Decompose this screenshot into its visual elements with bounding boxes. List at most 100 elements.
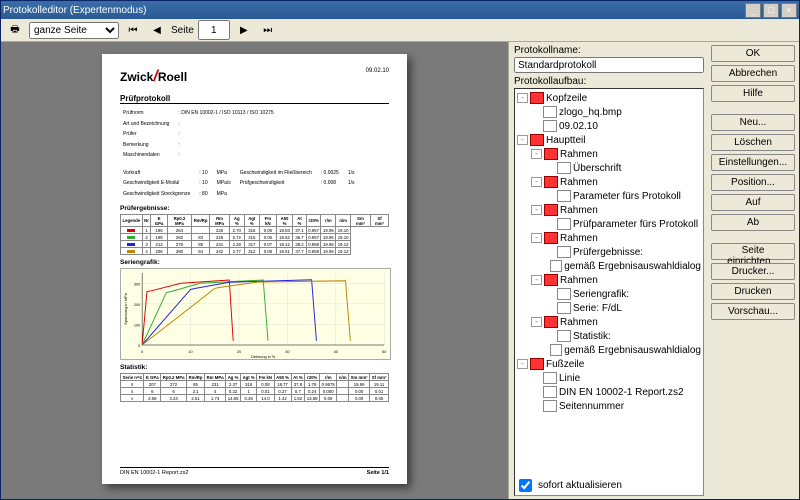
frame-icon	[544, 204, 558, 216]
last-page-icon[interactable]: ⏭	[258, 20, 278, 40]
next-page-icon[interactable]: ▶	[234, 20, 254, 40]
maximize-button[interactable]: □	[763, 3, 779, 18]
svg-text:20: 20	[237, 349, 242, 354]
new-button[interactable]: Neu...	[711, 114, 795, 131]
tree-node[interactable]: gemäß Ergebnisauswahldialog	[517, 259, 701, 273]
tree-node[interactable]: DIN EN 10002-1 Report.zs2	[517, 385, 701, 399]
close-button[interactable]: ×	[781, 3, 797, 18]
frame-icon	[544, 274, 558, 286]
tree-node[interactable]: -Hauptteil	[517, 133, 701, 147]
first-page-icon[interactable]: ⏮	[123, 20, 143, 40]
titlebar: Protokolleditor (Expertenmodus) _ □ ×	[1, 1, 799, 19]
toolbar: 🖶 ganze Seite ⏮ ◀ Seite ▶ ⏭	[1, 19, 799, 42]
tree-node[interactable]: zlogo_hq.bmp	[517, 105, 701, 119]
item-icon	[557, 162, 571, 174]
tree-node[interactable]: Serie: F/dL	[517, 301, 701, 315]
tree-node-label: zlogo_hq.bmp	[559, 107, 622, 118]
tree-node[interactable]: 09.02.10	[517, 119, 701, 133]
frame-icon	[530, 92, 544, 104]
settings-button[interactable]: Einstellungen...	[711, 154, 795, 171]
frame-icon	[530, 134, 544, 146]
svg-text:Spannung in MPa: Spannung in MPa	[123, 292, 128, 325]
tree-node[interactable]: Überschrift	[517, 161, 701, 175]
svg-text:50: 50	[382, 349, 387, 354]
footer-right: Seite 1/1	[367, 470, 389, 476]
stats-heading: Statistik:	[120, 364, 389, 371]
button-column: OK Abbrechen Hilfe Neu... Löschen Einste…	[707, 42, 799, 499]
item-icon	[557, 288, 571, 300]
help-button[interactable]: Hilfe	[711, 85, 795, 102]
tree-node[interactable]: -Rahmen	[517, 273, 701, 287]
frame-icon	[544, 148, 558, 160]
stats-table: Serie n=4E GPaRp0.2 MPaRm/RpRm MPaAg %Ag…	[120, 373, 389, 402]
tree-node[interactable]: -Rahmen	[517, 231, 701, 245]
tree-node[interactable]: -Rahmen	[517, 203, 701, 217]
tree-node[interactable]: Seriengrafik:	[517, 287, 701, 301]
window-title: Protokolleditor (Expertenmodus)	[3, 5, 146, 16]
item-icon	[550, 260, 562, 272]
print-icon[interactable]: 🖶	[5, 20, 25, 40]
frame-icon	[544, 316, 558, 328]
print-button[interactable]: Drucken	[711, 283, 795, 300]
tree-node-label: Serie: F/dL	[573, 303, 622, 314]
page-input[interactable]	[198, 20, 230, 40]
minimize-button[interactable]: _	[745, 3, 761, 18]
printer-button[interactable]: Drucker...	[711, 263, 795, 280]
results-table: LegendeNrE GPaRp0.2 MPaRm/RpRm MPaAg %Ag…	[120, 214, 389, 255]
up-button[interactable]: Auf	[711, 194, 795, 211]
page-setup-button[interactable]: Seite einrichten...	[711, 243, 795, 260]
protocol-name-input[interactable]	[514, 57, 704, 73]
brand-logo: Zwick/Roell	[120, 68, 389, 86]
tree-node[interactable]: gemäß Ergebnisauswahldialog	[517, 343, 701, 357]
prev-page-icon[interactable]: ◀	[147, 20, 167, 40]
tree-node-label: Kopfzeile	[546, 93, 587, 104]
tree-node[interactable]: Seitennummer	[517, 399, 701, 413]
tree-node-label: 09.02.10	[559, 121, 598, 132]
tree-node-label: DIN EN 10002-1 Report.zs2	[559, 387, 684, 398]
item-icon	[557, 302, 571, 314]
doc-date: 09.02.10	[366, 68, 389, 74]
tree-node[interactable]: -Fußzeile	[517, 357, 701, 371]
ok-button[interactable]: OK	[711, 45, 795, 62]
tree-node-label: Prüfergebnisse:	[573, 247, 643, 258]
tree-node-label: gemäß Ergebnisauswahldialog	[564, 345, 701, 356]
tree-node[interactable]: Parameter fürs Protokoll	[517, 189, 701, 203]
tree-node-label: Überschrift	[573, 163, 621, 174]
frame-icon	[530, 358, 544, 370]
page-preview: 09.02.10 Zwick/Roell Prüfprotokoll Prüfn…	[102, 54, 407, 484]
page-label: Seite	[171, 25, 194, 36]
svg-text:Dehnung in %: Dehnung in %	[251, 354, 276, 359]
svg-text:200: 200	[134, 302, 141, 307]
tree-node[interactable]: -Rahmen	[517, 315, 701, 329]
svg-text:10: 10	[188, 349, 193, 354]
tree-node-label: Rahmen	[560, 177, 598, 188]
preview-button[interactable]: Vorschau...	[711, 303, 795, 320]
tree-node[interactable]: Linie	[517, 371, 701, 385]
tree-node[interactable]: -Kopfzeile	[517, 91, 701, 105]
down-button[interactable]: Ab	[711, 214, 795, 231]
svg-text:40: 40	[334, 349, 339, 354]
tree-node[interactable]: Prüfergebnisse:	[517, 245, 701, 259]
svg-text:0: 0	[138, 343, 141, 348]
doc-heading: Prüfprotokoll	[120, 94, 389, 104]
zoom-select[interactable]: ganze Seite	[29, 22, 119, 39]
tree-node-label: Fußzeile	[546, 359, 584, 370]
cancel-button[interactable]: Abbrechen	[711, 65, 795, 82]
tree-node-label: Parameter fürs Protokoll	[573, 191, 681, 202]
svg-text:300: 300	[134, 281, 141, 286]
frame-icon	[544, 176, 558, 188]
item-icon	[543, 120, 557, 132]
auto-refresh-checkbox[interactable]: sofort aktualisieren	[515, 476, 622, 495]
structure-tree[interactable]: -Kopfzeile zlogo_hq.bmp 09.02.10-Hauptteil…	[514, 88, 704, 496]
tree-node[interactable]: Statistik:	[517, 329, 701, 343]
preview-pane[interactable]: 09.02.10 Zwick/Roell Prüfprotokoll Prüfn…	[1, 42, 508, 499]
position-button[interactable]: Position...	[711, 174, 795, 191]
tree-node[interactable]: Prüfparameter fürs Protokoll	[517, 217, 701, 231]
protocol-name-label: Protokollname:	[514, 45, 704, 56]
delete-button[interactable]: Löschen	[711, 134, 795, 151]
item-icon	[557, 246, 571, 258]
tree-node[interactable]: -Rahmen	[517, 147, 701, 161]
tree-node[interactable]: -Rahmen	[517, 175, 701, 189]
item-icon	[543, 386, 557, 398]
tree-node-label: Seitennummer	[559, 401, 624, 412]
